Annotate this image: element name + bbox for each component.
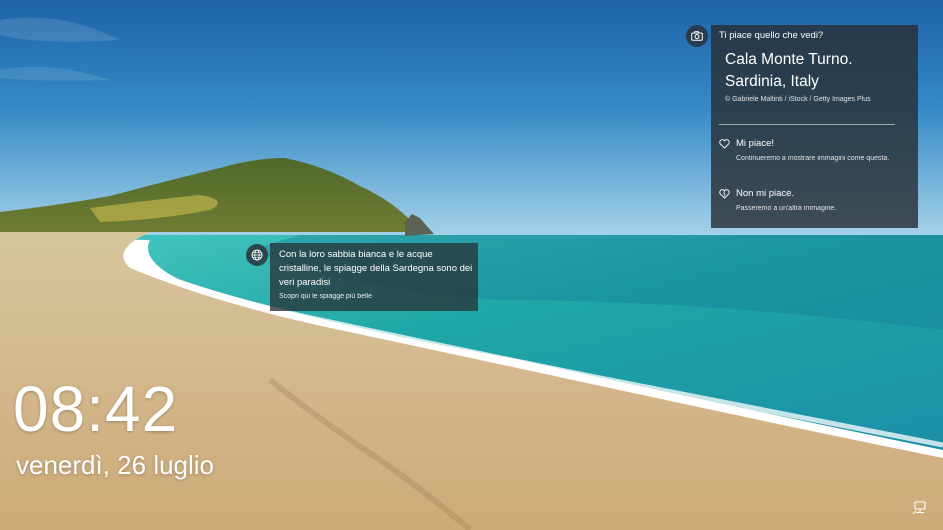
- clock-date: venerdì, 26 luglio: [16, 450, 215, 480]
- image-title-line1: Cala Monte Turno.: [725, 51, 853, 68]
- image-title-line2: Sardinia, Italy: [725, 73, 819, 90]
- globe-icon[interactable]: [246, 244, 268, 266]
- dislike-label: Non mi piace.: [736, 188, 795, 199]
- like-description: Continueremo a mostrare immagini come qu…: [736, 155, 890, 162]
- info-text: Con la loro sabbia bianca e le acque cri…: [279, 249, 473, 288]
- camera-icon[interactable]: [686, 25, 708, 47]
- info-link[interactable]: Scopri qui le spiagge più belle: [279, 293, 372, 300]
- image-title: Cala Monte Turno. Sardinia, Italy: [725, 49, 853, 93]
- divider: [719, 124, 895, 125]
- image-credit: © Gabriele Maltinti / iStock / Getty Ima…: [725, 96, 871, 103]
- spotlight-question: Ti piace quello che vedi?: [719, 30, 824, 41]
- spotlight-panel: Ti piace quello che vedi? Cala Monte Tur…: [711, 25, 918, 228]
- clock-time: 08:42: [13, 373, 179, 445]
- network-icon[interactable]: [912, 501, 928, 515]
- like-label: Mi piace!: [736, 138, 775, 149]
- heart-broken-icon: [719, 189, 730, 199]
- like-option[interactable]: Mi piace! Continueremo a mostrare immagi…: [719, 138, 909, 178]
- heart-icon: [719, 139, 730, 149]
- dislike-option[interactable]: Non mi piace. Passeremo a un'altra immag…: [719, 188, 909, 218]
- dislike-description: Passeremo a un'altra immagine.: [736, 205, 837, 212]
- info-card[interactable]: Con la loro sabbia bianca e le acque cri…: [270, 243, 478, 311]
